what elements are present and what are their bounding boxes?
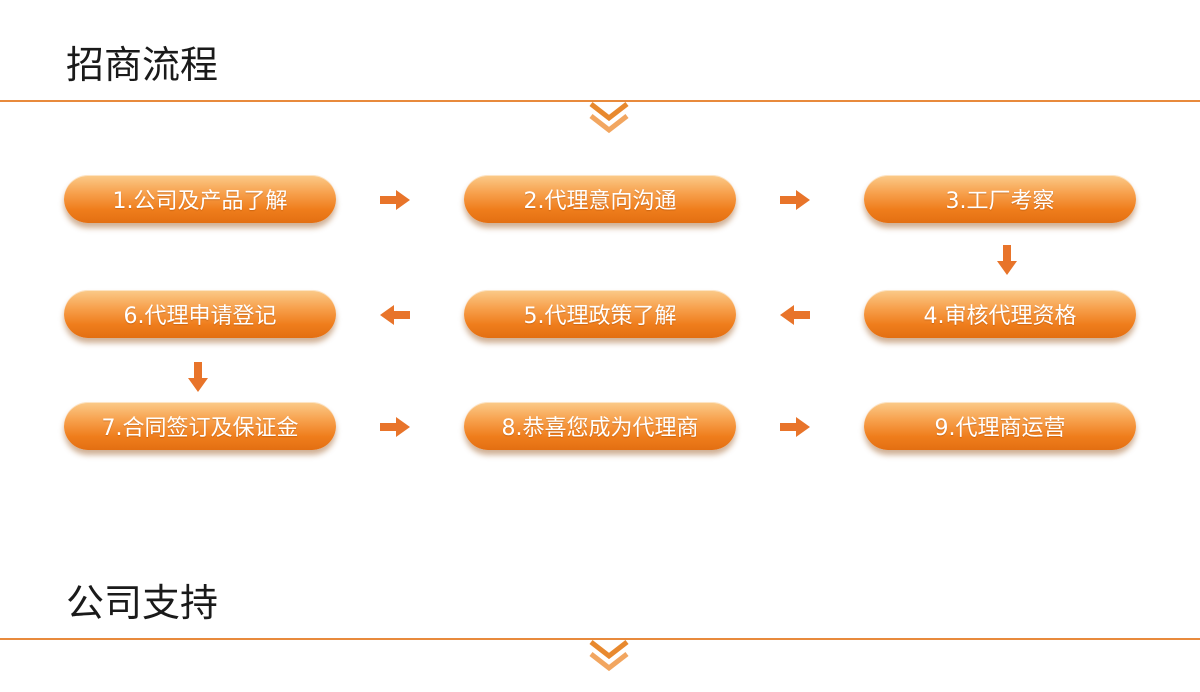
- step-9-agent-operation[interactable]: 9.代理商运营: [864, 402, 1136, 450]
- arrow-right-icon: [780, 417, 810, 437]
- step-7-contract-deposit[interactable]: 7.合同签订及保证金: [64, 402, 336, 450]
- step-4-qualification-review[interactable]: 4.审核代理资格: [864, 290, 1136, 338]
- arrow-right-icon: [380, 417, 410, 437]
- arrow-down-icon: [997, 245, 1017, 275]
- arrow-down-icon: [188, 362, 208, 392]
- section-title-process: 招商流程: [66, 43, 219, 87]
- step-6-agency-application[interactable]: 6.代理申请登记: [64, 290, 336, 338]
- step-1-company-product[interactable]: 1.公司及产品了解: [64, 175, 336, 223]
- arrow-left-icon: [780, 305, 810, 325]
- arrow-right-icon: [380, 190, 410, 210]
- step-3-factory-visit[interactable]: 3.工厂考察: [864, 175, 1136, 223]
- step-2-agency-intent[interactable]: 2.代理意向沟通: [464, 175, 736, 223]
- step-8-become-agent[interactable]: 8.恭喜您成为代理商: [464, 402, 736, 450]
- double-chevron-down-icon: [589, 640, 629, 672]
- step-5-agency-policy[interactable]: 5.代理政策了解: [464, 290, 736, 338]
- double-chevron-down-icon: [589, 102, 629, 134]
- arrow-left-icon: [380, 305, 410, 325]
- arrow-right-icon: [780, 190, 810, 210]
- section-title-support: 公司支持: [66, 581, 219, 625]
